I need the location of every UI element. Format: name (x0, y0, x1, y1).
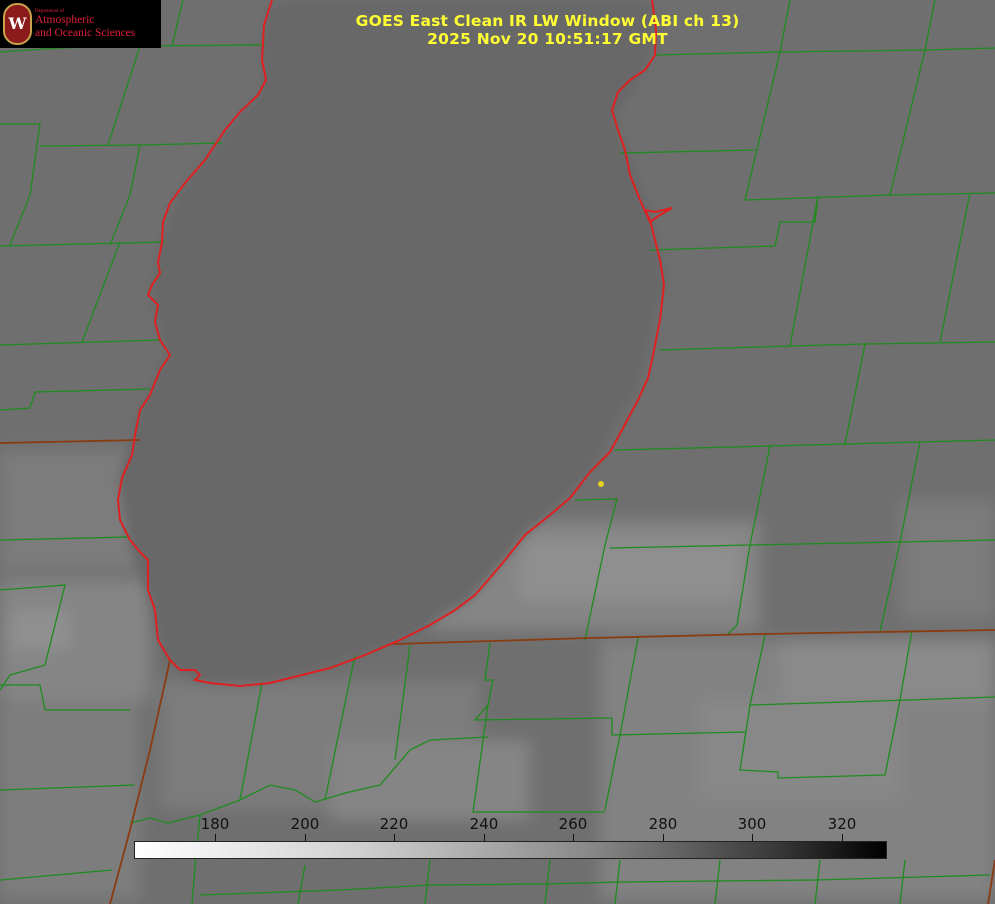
temperature-colorbar (134, 841, 887, 859)
logo-line-1: Atmospheric (35, 14, 95, 26)
colorbar-tick-mark (752, 834, 753, 841)
colorbar-tick-label: 180 (200, 815, 230, 833)
colorbar-tick-label: 220 (379, 815, 409, 833)
station-marker (598, 481, 604, 487)
colorbar-tick-label: 200 (290, 815, 320, 833)
colorbar-tick-label: 240 (469, 815, 499, 833)
logo-line-2: and Oceanic Sciences (35, 27, 136, 39)
colorbar-tick-label: 260 (558, 815, 588, 833)
title-timestamp: 2025 Nov 20 10:51:17 GMT (427, 30, 668, 48)
colorbar-tick-mark (842, 834, 843, 841)
uw-seal-icon: W (3, 3, 32, 45)
colorbar-tick-mark (394, 834, 395, 841)
ir-imagery-map (0, 0, 995, 904)
colorbar-tick-label: 320 (827, 815, 857, 833)
colorbar-tick-mark (305, 834, 306, 841)
satellite-map-view: W Department of Atmospheric and Oceanic … (0, 0, 995, 904)
aos-logo: W Department of Atmospheric and Oceanic … (0, 0, 161, 48)
colorbar-tick-mark (663, 834, 664, 841)
title-product: GOES East Clean IR LW Window (ABI ch 13) (355, 12, 740, 30)
colorbar-tick-label: 280 (648, 815, 678, 833)
colorbar-tick-mark (484, 834, 485, 841)
colorbar-tick-mark (215, 834, 216, 841)
image-title: GOES East Clean IR LW Window (ABI ch 13)… (250, 12, 845, 48)
colorbar-tick-mark (573, 834, 574, 841)
colorbar-tick-label: 300 (737, 815, 767, 833)
